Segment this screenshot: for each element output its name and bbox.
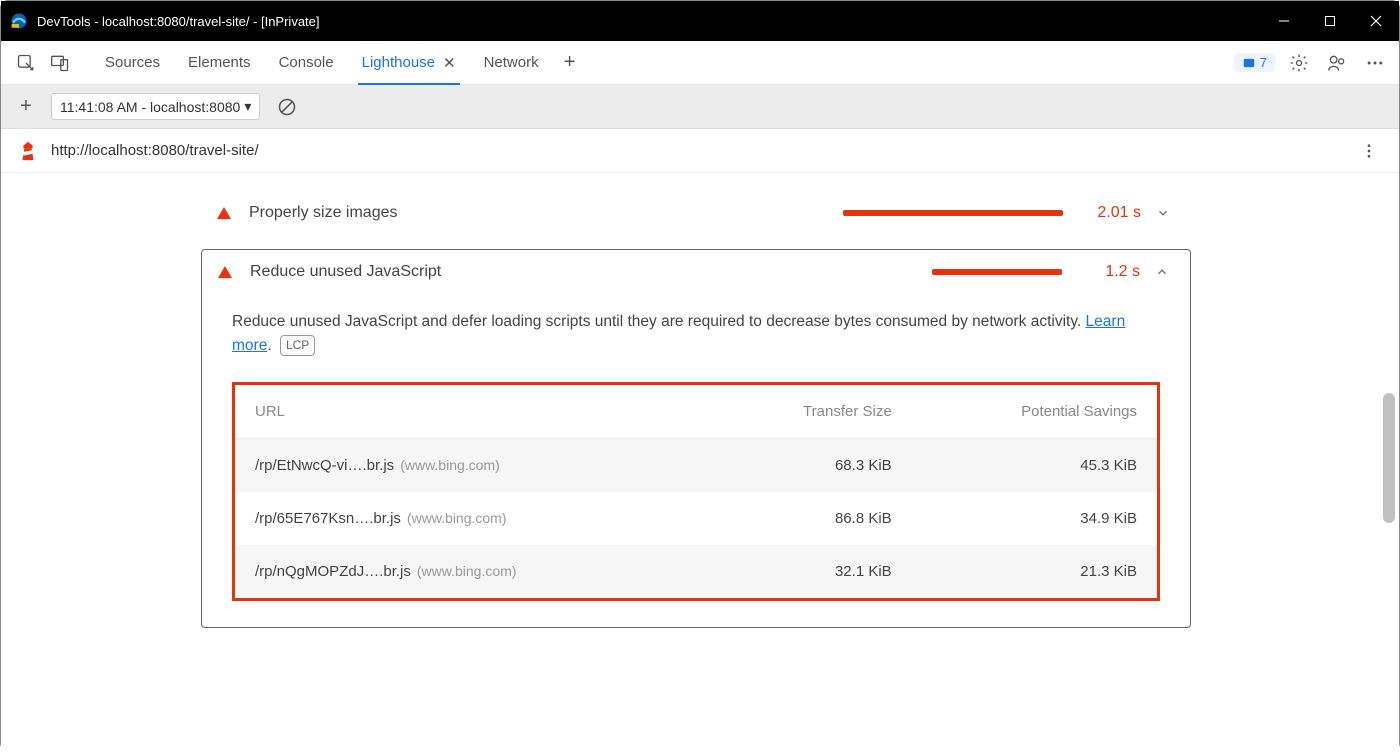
row-host: (www.bing.com) <box>407 510 507 526</box>
audit-table: URL Transfer Size Potential Savings /rp/… <box>235 385 1157 598</box>
device-toggle-icon[interactable] <box>43 46 77 80</box>
app-icon <box>9 11 29 31</box>
row-path: /rp/nQgMOPZdJ….br.js <box>255 563 411 580</box>
audit-impact-bar <box>843 210 1063 216</box>
clear-icon[interactable] <box>274 94 300 120</box>
audit-impact-bar <box>932 269 1062 275</box>
audit-item-size-images[interactable]: Properly size images 2.01 s <box>201 191 1191 235</box>
window-controls <box>1261 1 1399 41</box>
new-report-button[interactable]: + <box>11 95 41 118</box>
devtools-tab-bar: Sources Elements Console Lighthouse ✕ Net… <box>1 41 1399 85</box>
report-selector[interactable]: 11:41:08 AM - localhost:8080 ▾ <box>51 93 260 120</box>
dropdown-icon: ▾ <box>244 98 251 115</box>
row-transfer: 68.3 KiB <box>709 439 911 493</box>
row-savings: 21.3 KiB <box>912 545 1157 598</box>
chevron-down-icon[interactable] <box>1151 206 1175 220</box>
page-url-bar: http://localhost:8080/travel-site/ <box>1 129 1399 173</box>
fail-triangle-icon <box>218 266 232 278</box>
window-title: DevTools - localhost:8080/travel-site/ -… <box>37 14 1261 29</box>
tab-label: Elements <box>188 54 251 71</box>
tab-label: Sources <box>105 54 160 71</box>
table-row[interactable]: /rp/65E767Ksn….br.js (www.bing.com) 86.8 … <box>235 492 1157 545</box>
chevron-up-icon[interactable] <box>1150 265 1174 279</box>
devtools-tabs: Sources Elements Console Lighthouse ✕ Net… <box>91 41 1234 85</box>
audit-title: Reduce unused JavaScript <box>250 263 932 281</box>
row-transfer: 86.8 KiB <box>709 492 911 545</box>
lighthouse-toolbar: + 11:41:08 AM - localhost:8080 ▾ <box>1 85 1399 129</box>
issues-badge[interactable]: 7 <box>1234 53 1275 72</box>
tab-label: Network <box>484 54 539 71</box>
row-path: /rp/EtNwcQ-vi….br.js <box>255 457 394 474</box>
window-maximize-button[interactable] <box>1307 1 1353 41</box>
tab-network[interactable]: Network <box>470 41 553 85</box>
col-transfer: Transfer Size <box>709 385 911 439</box>
inspect-element-icon[interactable] <box>9 46 43 80</box>
tab-console[interactable]: Console <box>265 41 348 85</box>
row-savings: 45.3 KiB <box>912 439 1157 493</box>
report-selector-label: 11:41:08 AM - localhost:8080 <box>60 99 240 115</box>
row-host: (www.bing.com) <box>417 563 517 579</box>
tab-elements[interactable]: Elements <box>174 41 265 85</box>
settings-icon[interactable] <box>1285 49 1313 77</box>
audit-time: 1.2 s <box>1086 263 1140 281</box>
account-icon[interactable] <box>1323 49 1351 77</box>
page-url: http://localhost:8080/travel-site/ <box>51 142 1355 159</box>
tab-label: Lighthouse <box>362 54 435 71</box>
add-tab-button[interactable]: + <box>553 41 587 85</box>
audit-item-unused-js: Reduce unused JavaScript 1.2 s Reduce un… <box>201 249 1191 628</box>
window-titlebar: DevTools - localhost:8080/travel-site/ -… <box>1 1 1399 41</box>
more-icon[interactable] <box>1361 49 1389 77</box>
col-url: URL <box>235 385 709 439</box>
scrollbar-thumb[interactable] <box>1383 393 1395 523</box>
audit-table-highlight: URL Transfer Size Potential Savings /rp/… <box>232 382 1160 601</box>
audit-time: 2.01 s <box>1087 204 1141 222</box>
table-row[interactable]: /rp/EtNwcQ-vi….br.js (www.bing.com) 68.3 … <box>235 439 1157 493</box>
lighthouse-icon <box>17 140 39 162</box>
row-savings: 34.9 KiB <box>912 492 1157 545</box>
audit-header[interactable]: Reduce unused JavaScript 1.2 s <box>202 250 1190 294</box>
tab-sources[interactable]: Sources <box>91 41 174 85</box>
audit-description-text: Reduce unused JavaScript and defer loadi… <box>232 313 1081 330</box>
window-minimize-button[interactable] <box>1261 1 1307 41</box>
table-row[interactable]: /rp/nQgMOPZdJ….br.js (www.bing.com) 32.1 … <box>235 545 1157 598</box>
issues-count: 7 <box>1260 55 1267 70</box>
col-savings: Potential Savings <box>912 385 1157 439</box>
row-path: /rp/65E767Ksn….br.js <box>255 510 401 527</box>
scrollbar[interactable] <box>1381 173 1397 752</box>
audit-content: Properly size images 2.01 s Reduce unuse… <box>1 173 1399 752</box>
close-icon[interactable]: ✕ <box>443 54 456 72</box>
url-more-icon[interactable] <box>1355 142 1383 160</box>
tab-label: Console <box>279 54 334 71</box>
lcp-badge: LCP <box>280 335 315 356</box>
window-close-button[interactable] <box>1353 1 1399 41</box>
row-host: (www.bing.com) <box>400 457 500 473</box>
tab-lighthouse[interactable]: Lighthouse ✕ <box>348 41 470 85</box>
audit-description: Reduce unused JavaScript and defer loadi… <box>202 294 1190 368</box>
fail-triangle-icon <box>217 207 231 219</box>
row-transfer: 32.1 KiB <box>709 545 911 598</box>
audit-title: Properly size images <box>249 204 843 222</box>
